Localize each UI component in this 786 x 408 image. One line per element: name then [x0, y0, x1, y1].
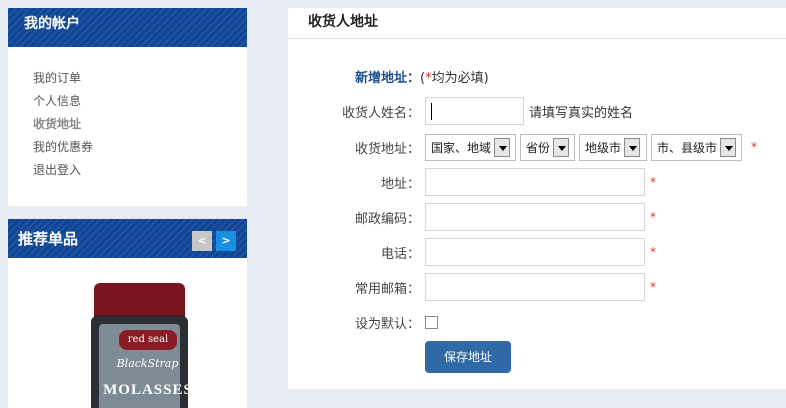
- consignee-name-row: 收货人姓名： 请填写真实的姓名: [288, 97, 634, 125]
- recommend-panel-title: 推荐单品: [18, 230, 79, 248]
- account-panel-title: 我的帐户: [8, 8, 247, 47]
- province-select-value: 省份: [526, 140, 551, 155]
- chevron-down-icon[interactable]: [553, 137, 570, 157]
- email-row: 常用邮箱： *: [288, 273, 656, 301]
- menu-item-coupons[interactable]: 我的优惠券: [33, 136, 247, 159]
- chevron-down-icon[interactable]: [720, 137, 737, 157]
- menu-item-address[interactable]: 收货地址: [33, 113, 247, 136]
- zip-row: 邮政编码： *: [288, 203, 656, 231]
- email-input[interactable]: [425, 273, 645, 301]
- zip-input[interactable]: [425, 203, 645, 231]
- required-mark: *: [650, 175, 656, 189]
- product-image[interactable]: red seal BlackStrap MOLASSES: [91, 283, 192, 408]
- jar-label: red seal BlackStrap MOLASSES: [99, 324, 192, 408]
- product-card[interactable]: red seal BlackStrap MOLASSES: [8, 258, 247, 408]
- phone-row: 电话： *: [288, 238, 656, 266]
- province-select[interactable]: 省份: [520, 133, 575, 161]
- city-select-value: 地级市: [585, 140, 622, 155]
- required-hint: (*均为必填): [420, 70, 489, 86]
- required-mark: *: [751, 140, 757, 154]
- save-address-button[interactable]: 保存地址: [425, 341, 511, 373]
- required-mark: *: [650, 245, 656, 259]
- phone-label: 电话：: [380, 246, 420, 262]
- default-label: 设为默认：: [354, 316, 420, 332]
- city-select[interactable]: 地级市: [579, 133, 647, 161]
- phone-input[interactable]: [425, 238, 645, 266]
- jar-body: red seal BlackStrap MOLASSES: [91, 316, 192, 408]
- new-address-label: 新增地址：: [354, 70, 420, 86]
- menu-item-logout[interactable]: 退出登入: [33, 159, 247, 182]
- chevron-down-icon[interactable]: [494, 137, 511, 157]
- address-row: 地址： *: [288, 168, 656, 196]
- account-menu: 我的订单 个人信息 收货地址 我的优惠券 退出登入: [8, 47, 247, 206]
- consignee-name-input[interactable]: [425, 97, 524, 125]
- product-name: MOLASSES: [103, 382, 193, 398]
- country-select-value: 国家、地域: [431, 140, 492, 155]
- region-label: 收货地址：: [354, 141, 420, 157]
- zip-label: 邮政编码：: [354, 211, 420, 227]
- county-select-value: 市、县级市: [657, 140, 718, 155]
- address-input[interactable]: [425, 168, 645, 196]
- menu-item-orders[interactable]: 我的订单: [33, 67, 247, 90]
- email-label: 常用邮箱：: [354, 281, 420, 297]
- menu-item-profile[interactable]: 个人信息: [33, 90, 247, 113]
- chevron-down-icon[interactable]: [624, 137, 641, 157]
- text-cursor: [431, 102, 432, 120]
- next-button[interactable]: >: [216, 231, 236, 251]
- jar-lid: [94, 283, 185, 319]
- sidebar: 我的帐户 我的订单 个人信息 收货地址 我的优惠券 退出登入 推荐单品 < > …: [8, 8, 247, 408]
- product-brand: red seal: [119, 330, 177, 350]
- default-row: 设为默认：: [288, 309, 438, 335]
- main-panel: 收货人地址 新增地址： (*均为必填) 收货人姓名： 请填写真实的姓名 收货地址…: [288, 8, 786, 389]
- required-mark: *: [650, 210, 656, 224]
- product-script: BlackStrap: [116, 357, 179, 370]
- address-label: 地址：: [380, 176, 420, 192]
- new-address-row: 新增地址： (*均为必填): [288, 63, 489, 89]
- required-mark: *: [650, 280, 656, 294]
- default-checkbox[interactable]: [425, 315, 438, 329]
- region-row: 收货地址： 国家、地域 省份 地级市 市、县级市 *: [288, 133, 757, 161]
- county-select[interactable]: 市、县级市: [651, 133, 742, 161]
- recommend-panel-header: 推荐单品 < >: [8, 219, 247, 258]
- consignee-name-hint: 请填写真实的姓名: [529, 105, 634, 121]
- consignee-name-label: 收货人姓名：: [341, 105, 420, 121]
- prev-button[interactable]: <: [192, 231, 212, 251]
- country-select[interactable]: 国家、地域: [425, 133, 516, 161]
- page-title: 收货人地址: [288, 8, 786, 39]
